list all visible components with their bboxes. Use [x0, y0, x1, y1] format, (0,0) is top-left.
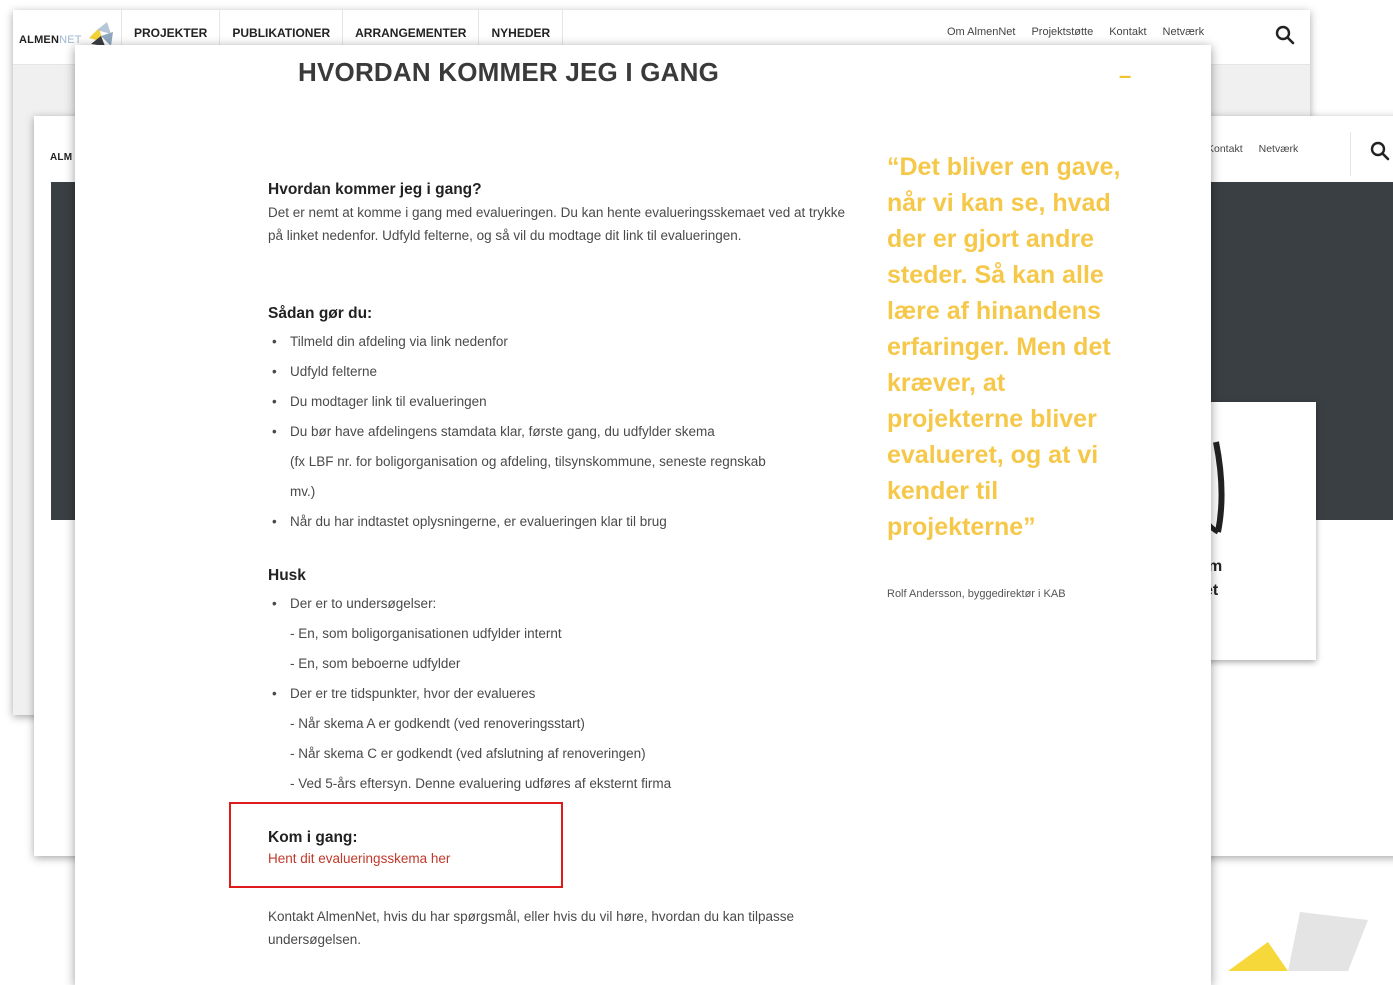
title-dash: – — [1119, 63, 1132, 88]
list-item: • Du bør have afdelingens stamdata klar, … — [272, 424, 715, 439]
list-item: • Der er to undersøgelser: — [272, 596, 437, 611]
contact-section: Kontakt AlmenNet, hvis du har spørgsmål,… — [268, 903, 828, 951]
quote-text: “Det bliver en gave, når vi kan se, hvad… — [887, 153, 1121, 541]
list-item: • Du modtager link til evalueringen — [272, 394, 487, 409]
mid-nav-netvaerk[interactable]: Netværk — [1259, 143, 1299, 155]
logo-text-almen: ALMEN — [19, 34, 60, 46]
list-item: • Der er tre tidspunkter, hvor der evalue… — [272, 686, 536, 701]
intro-heading: Hvordan kommer jeg i gang? — [268, 181, 482, 198]
mid-nav-kontakt[interactable]: Kontakt — [1207, 143, 1243, 155]
nav-projektstotte[interactable]: Projektstøtte — [1031, 26, 1093, 38]
list-item: - Når skema A er godkendt (ved renoverin… — [290, 716, 585, 731]
nav-om-almennet[interactable]: Om AlmenNet — [947, 26, 1015, 38]
site-logo[interactable]: ALMENNET — [19, 34, 82, 46]
contact-text: Kontakt AlmenNet, hvis du har spørgsmål,… — [268, 909, 794, 947]
nav-kontakt[interactable]: Kontakt — [1109, 26, 1146, 38]
list-item: mv.) — [290, 484, 316, 499]
intro-section: Hvordan kommer jeg i gang? Det er nemt a… — [268, 181, 848, 247]
highlight-box — [229, 802, 563, 888]
list-item: - Når skema C er godkendt (ved afslutnin… — [290, 746, 646, 761]
how-heading: Sådan gør du: — [268, 305, 373, 322]
search-icon[interactable] — [1275, 25, 1295, 45]
quote-author: Rolf Andersson, byggedirektør i KAB — [887, 588, 1066, 600]
list-item: • Når du har indtastet oplysningerne, er … — [272, 514, 667, 529]
mid-secondary-nav: Kontakt Netværk — [1207, 143, 1298, 155]
list-item: - Ved 5-års eftersyn. Denne evaluering u… — [290, 776, 672, 791]
front-window: HVORDAN KOMMER JEG I GANG – Hvordan komm… — [75, 45, 1211, 985]
list-item: • Tilmeld din afdeling via link nedenfor — [272, 334, 508, 349]
remember-section: Husk • Der er to undersøgelser: - En, som… — [268, 567, 858, 799]
nav-netvaerk[interactable]: Netværk — [1163, 26, 1205, 38]
remember-heading: Husk — [268, 567, 306, 584]
logo-mark-icon — [89, 22, 113, 46]
how-section: Sådan gør du: • Tilmeld din afdeling via … — [268, 305, 858, 537]
list-item: - En, som beboerne udfylder — [290, 656, 461, 671]
secondary-nav: Om AlmenNet Projektstøtte Kontakt Netvær… — [947, 26, 1204, 38]
search-icon[interactable] — [1370, 141, 1390, 161]
logo-shape-decoration-icon — [1228, 912, 1368, 971]
list-item: - En, som boligorganisationen udfylder i… — [290, 626, 562, 641]
intro-text: Det er nemt at komme i gang med evalueri… — [268, 205, 846, 243]
list-item: (fx LBF nr. for boligorganisation og afd… — [290, 454, 766, 469]
mid-logo[interactable]: ALM — [50, 152, 72, 163]
list-item: • Udfyld felterne — [272, 364, 378, 379]
page-title: HVORDAN KOMMER JEG I GANG — [298, 57, 720, 87]
mid-nav-divider — [1350, 132, 1351, 176]
